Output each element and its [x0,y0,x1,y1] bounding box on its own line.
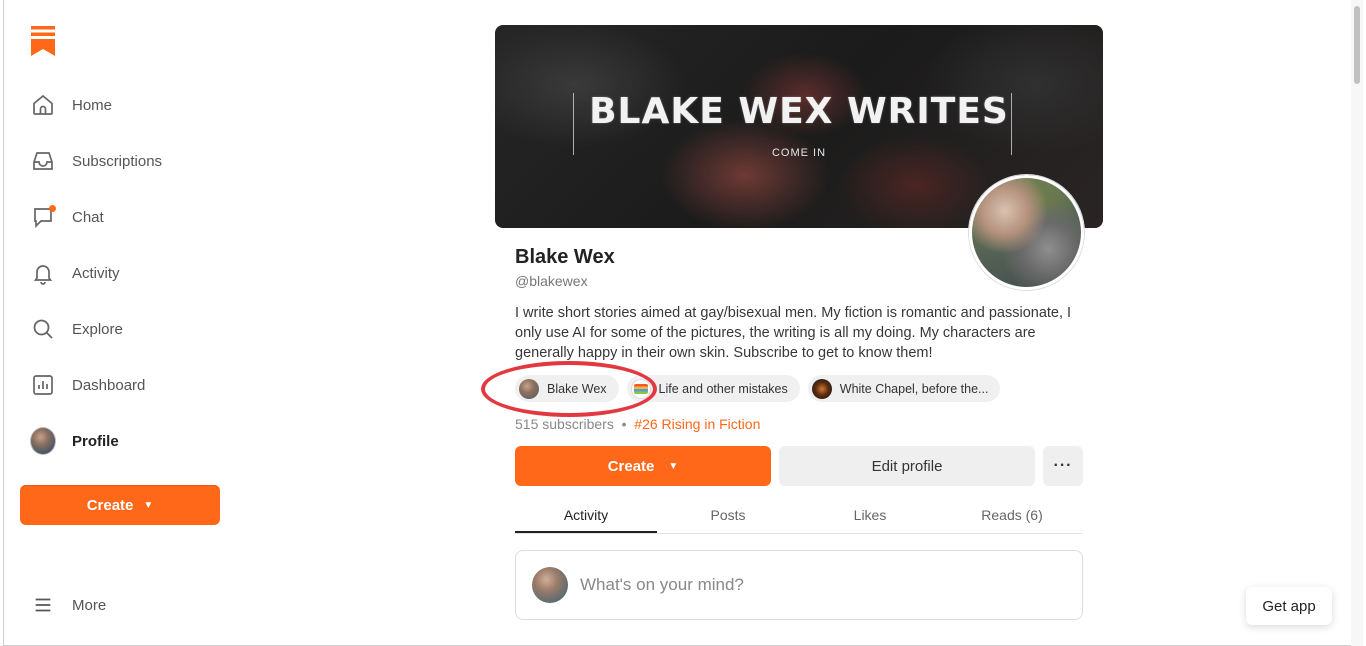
banner-title: BLAKE WEX WRITES [589,91,1009,132]
composer-input[interactable] [580,575,1020,595]
sidebar-item-profile[interactable]: Profile [30,423,119,459]
sidebar-item-dashboard[interactable]: Dashboard [30,367,145,403]
profile-name: Blake Wex [515,246,615,268]
tab-reads[interactable]: Reads (6) [941,500,1083,533]
inbox-icon [30,148,56,174]
publication-list: Blake Wex Life and other mistakes White … [515,375,1001,402]
tab-posts[interactable]: Posts [657,500,799,533]
scrollbar[interactable] [1351,0,1363,646]
tab-likes[interactable]: Likes [799,500,941,533]
profile-bio: I write short stories aimed at gay/bisex… [515,305,1072,361]
create-button-label: Create [86,496,134,514]
sidebar-item-label: Profile [72,432,119,450]
profile-handle: @blakewex [515,273,588,289]
chart-icon [30,372,56,398]
sidebar-item-label: Subscriptions [72,152,163,170]
sidebar-item-more[interactable]: More [30,587,106,623]
unread-dot [49,205,56,212]
banner-subtitle: COME IN [771,147,827,159]
caret-down-icon: ▼ [143,499,154,511]
tab-activity[interactable]: Activity [515,500,657,533]
publication-avatar [519,378,539,399]
sidebar-create-button[interactable]: Create ▼ [20,485,220,525]
sidebar-item-label: More [72,596,107,614]
chat-icon [30,204,56,230]
sidebar-item-activity[interactable]: Activity [30,255,120,291]
more-options-button[interactable]: ··· [1043,446,1083,486]
substack-logo-icon[interactable] [31,26,55,56]
profile-stats: 515 subscribers • #26 Rising in Fiction [515,416,760,432]
sidebar-item-label: Home [72,96,113,114]
avatar [532,567,568,603]
post-composer[interactable] [515,550,1083,620]
profile-tabs: Activity Posts Likes Reads (6) [515,500,1083,534]
menu-icon [30,592,56,618]
sidebar-item-label: Explore [72,320,123,338]
sidebar-item-label: Activity [72,264,120,282]
ellipsis-icon: ··· [1053,457,1073,474]
publication-chip-white-chapel[interactable]: White Chapel, before the... [807,375,1001,402]
publication-avatar [811,378,832,399]
bell-icon [30,260,56,286]
publication-avatar [630,378,651,399]
publication-label: Blake Wex [547,381,607,396]
sidebar-item-label: Dashboard [72,376,146,394]
sidebar-item-home[interactable]: Home [30,87,112,123]
avatar [30,427,56,455]
profile-avatar[interactable] [969,175,1084,290]
publication-label: White Chapel, before the... [839,381,989,396]
caret-down-icon: ▼ [668,460,679,472]
home-icon [30,92,56,118]
publication-chip-blake-wex[interactable]: Blake Wex [515,375,619,402]
edit-profile-button[interactable]: Edit profile [779,446,1035,486]
scrollbar-thumb[interactable] [1354,6,1360,84]
search-icon [30,316,56,342]
sidebar-item-explore[interactable]: Explore [30,311,123,347]
get-app-button[interactable]: Get app [1246,587,1332,625]
publication-label: Life and other mistakes [658,381,788,396]
sidebar-item-label: Chat [72,208,104,226]
sidebar-item-chat[interactable]: Chat [30,199,104,235]
create-button-label: Create [607,457,655,475]
publication-chip-life-and-other-mistakes[interactable]: Life and other mistakes [626,375,800,402]
create-button[interactable]: Create ▼ [515,446,771,486]
subscriber-count: 515 subscribers [515,416,614,432]
stats-separator: • [621,416,627,432]
rank-link[interactable]: #26 Rising in Fiction [634,416,760,432]
sidebar-item-subscriptions[interactable]: Subscriptions [30,143,162,179]
